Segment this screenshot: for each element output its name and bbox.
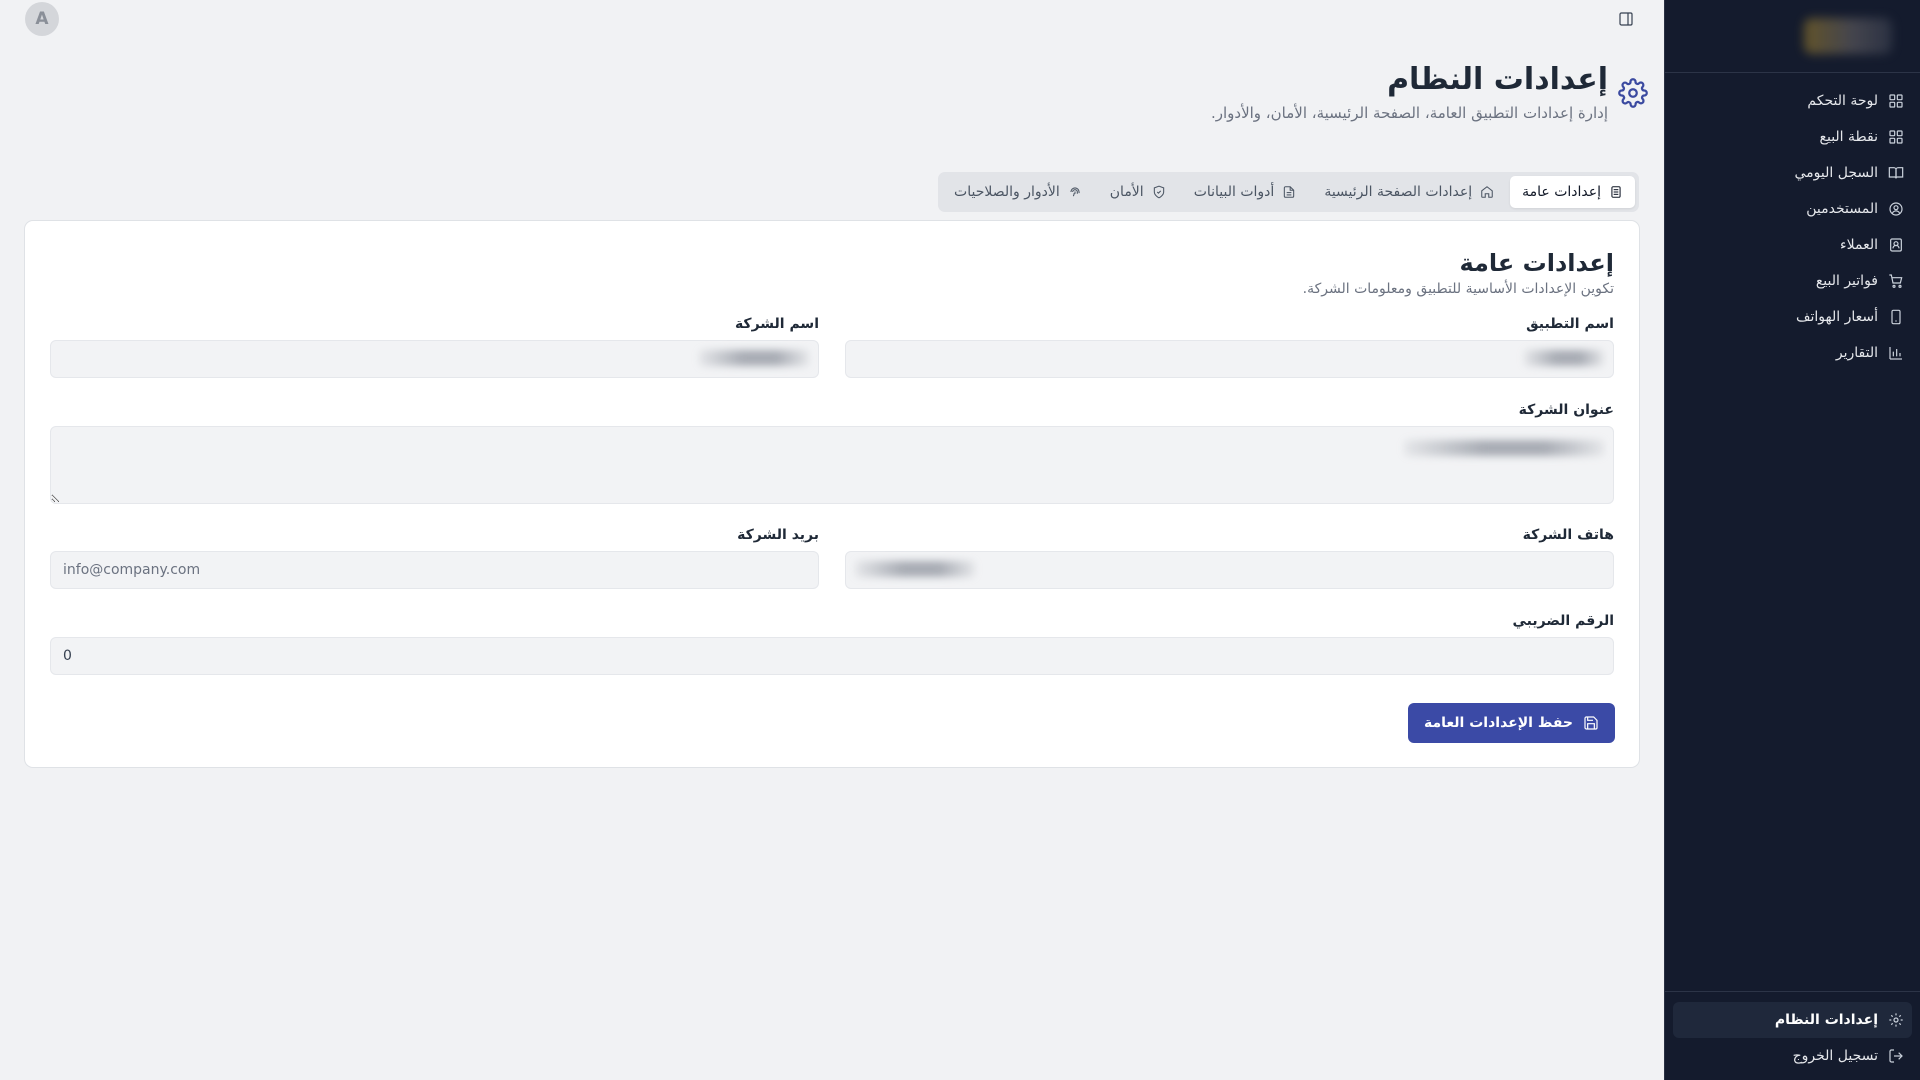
blurred-value bbox=[1524, 350, 1604, 366]
sidebar-item-label: فواتير البيع bbox=[1815, 273, 1878, 289]
sidebar-item-label: العملاء bbox=[1840, 237, 1878, 253]
settings-tabs: إعدادات عامة إعدادات الصفحة الرئيسية أدو… bbox=[938, 172, 1639, 212]
general-settings-card: إعدادات عامة تكوين الإعدادات الأساسية لل… bbox=[24, 220, 1640, 768]
sidebar-item-logout[interactable]: تسجيل الخروج bbox=[1673, 1038, 1912, 1074]
company-phone-field: هاتف الشركة bbox=[845, 527, 1614, 589]
app-name-field: اسم التطبيق bbox=[845, 316, 1614, 378]
grid-icon bbox=[1888, 129, 1904, 145]
user-circle-icon bbox=[1888, 201, 1904, 217]
field-label: الرقم الضريبي bbox=[1512, 613, 1614, 629]
sidebar-item-reports[interactable]: التقارير bbox=[1673, 335, 1912, 371]
sidebar-item-system-settings[interactable]: إعدادات النظام bbox=[1673, 1002, 1912, 1038]
file-icon bbox=[1611, 186, 1621, 198]
company-name-field: اسم الشركة bbox=[50, 316, 819, 378]
user-avatar[interactable]: A bbox=[25, 2, 59, 36]
tab-label: أدوات البيانات bbox=[1193, 184, 1275, 200]
tab-roles[interactable]: الأدوار والصلاحيات bbox=[942, 176, 1094, 208]
tax-number-input[interactable] bbox=[50, 637, 1614, 675]
blurred-value bbox=[699, 350, 809, 366]
sidebar-item-users[interactable]: المستخدمين bbox=[1673, 191, 1912, 227]
company-address-field: عنوان الشركة bbox=[50, 402, 1614, 508]
card-description: تكوين الإعدادات الأساسية للتطبيق ومعلوما… bbox=[1302, 281, 1614, 297]
tab-label: الأمان bbox=[1109, 184, 1144, 200]
bar-chart-icon bbox=[1888, 345, 1904, 361]
sidebar-item-customers[interactable]: العملاء bbox=[1673, 227, 1912, 263]
panel-icon bbox=[1619, 12, 1633, 26]
sidebar-item-daily-log[interactable]: السجل اليومي bbox=[1673, 155, 1912, 191]
company-email-input[interactable] bbox=[50, 551, 819, 589]
tab-homepage[interactable]: إعدادات الصفحة الرئيسية bbox=[1312, 176, 1506, 208]
cart-icon bbox=[1888, 273, 1904, 289]
sidebar-nav: لوحة التحكم نقطة البيع السجل اليومي المس… bbox=[1665, 73, 1920, 991]
shield-icon bbox=[1153, 185, 1164, 199]
sidebar-item-label: لوحة التحكم bbox=[1807, 93, 1878, 109]
form-row: الرقم الضريبي bbox=[50, 613, 1614, 675]
company-email-field: بريد الشركة bbox=[50, 527, 819, 589]
field-label: بريد الشركة bbox=[737, 527, 819, 543]
save-button-label: حفظ الإعدادات العامة bbox=[1423, 715, 1573, 731]
blurred-value bbox=[855, 561, 975, 577]
tab-label: إعدادات الصفحة الرئيسية bbox=[1324, 184, 1473, 200]
document-icon bbox=[1284, 186, 1295, 198]
field-label: هاتف الشركة bbox=[1522, 527, 1614, 543]
sidebar-item-dashboard[interactable]: لوحة التحكم bbox=[1673, 83, 1912, 119]
sidebar-item-phone-prices[interactable]: أسعار الهواتف bbox=[1673, 299, 1912, 335]
save-icon bbox=[1584, 716, 1598, 730]
tab-label: إعدادات عامة bbox=[1522, 184, 1601, 200]
field-label: عنوان الشركة bbox=[1518, 402, 1614, 418]
home-icon bbox=[1481, 186, 1493, 198]
sidebar-item-label: تسجيل الخروج bbox=[1792, 1048, 1878, 1064]
tab-general[interactable]: إعدادات عامة bbox=[1510, 176, 1635, 208]
sidebar-item-label: السجل اليومي bbox=[1794, 165, 1878, 181]
sidebar-item-pos[interactable]: نقطة البيع bbox=[1673, 119, 1912, 155]
form-row: اسم التطبيق اسم الشركة bbox=[50, 316, 1614, 378]
phone-icon bbox=[1888, 309, 1904, 325]
sidebar-header bbox=[1665, 0, 1920, 73]
logout-icon bbox=[1888, 1048, 1904, 1064]
sidebar-item-label: التقارير bbox=[1835, 345, 1878, 361]
tab-security[interactable]: الأمان bbox=[1098, 176, 1178, 208]
form-row: هاتف الشركة بريد الشركة bbox=[50, 527, 1614, 589]
field-label: اسم التطبيق bbox=[1526, 316, 1614, 332]
fingerprint-icon bbox=[1070, 187, 1080, 197]
sidebar: لوحة التحكم نقطة البيع السجل اليومي المس… bbox=[1664, 0, 1920, 1080]
save-general-settings-button[interactable]: حفظ الإعدادات العامة bbox=[1407, 703, 1615, 743]
sidebar-item-label: نقطة البيع bbox=[1819, 129, 1878, 145]
sidebar-item-label: إعدادات النظام bbox=[1774, 1012, 1878, 1028]
contact-icon bbox=[1888, 237, 1904, 253]
app-logo[interactable] bbox=[1804, 18, 1892, 54]
page-subtitle: إدارة إعدادات التطبيق العامة، الصفحة الر… bbox=[1210, 104, 1608, 122]
tax-number-field: الرقم الضريبي bbox=[50, 613, 1614, 675]
sidebar-item-label: المستخدمين bbox=[1806, 201, 1878, 217]
form-row: عنوان الشركة bbox=[50, 402, 1614, 508]
tab-label: الأدوار والصلاحيات bbox=[954, 184, 1060, 200]
tab-data-tools[interactable]: أدوات البيانات bbox=[1182, 176, 1309, 208]
page-header: إعدادات النظام إدارة إعدادات التطبيق الع… bbox=[1211, 60, 1648, 122]
book-icon bbox=[1888, 165, 1904, 181]
sidebar-toggle-button[interactable] bbox=[1615, 8, 1637, 30]
blurred-value bbox=[1404, 440, 1604, 456]
sidebar-footer: إعدادات النظام تسجيل الخروج bbox=[1665, 991, 1920, 1080]
app-name-input[interactable] bbox=[845, 340, 1614, 378]
sidebar-item-label: أسعار الهواتف bbox=[1796, 309, 1878, 325]
field-label: اسم الشركة bbox=[734, 316, 819, 332]
company-address-input[interactable] bbox=[50, 426, 1614, 504]
page-title: إعدادات النظام bbox=[1387, 62, 1608, 97]
gear-icon bbox=[1618, 78, 1648, 108]
grid-icon bbox=[1888, 93, 1904, 109]
card-title: إعدادات عامة bbox=[1459, 249, 1614, 277]
gear-icon bbox=[1888, 1012, 1904, 1028]
sidebar-item-sales-invoices[interactable]: فواتير البيع bbox=[1673, 263, 1912, 299]
